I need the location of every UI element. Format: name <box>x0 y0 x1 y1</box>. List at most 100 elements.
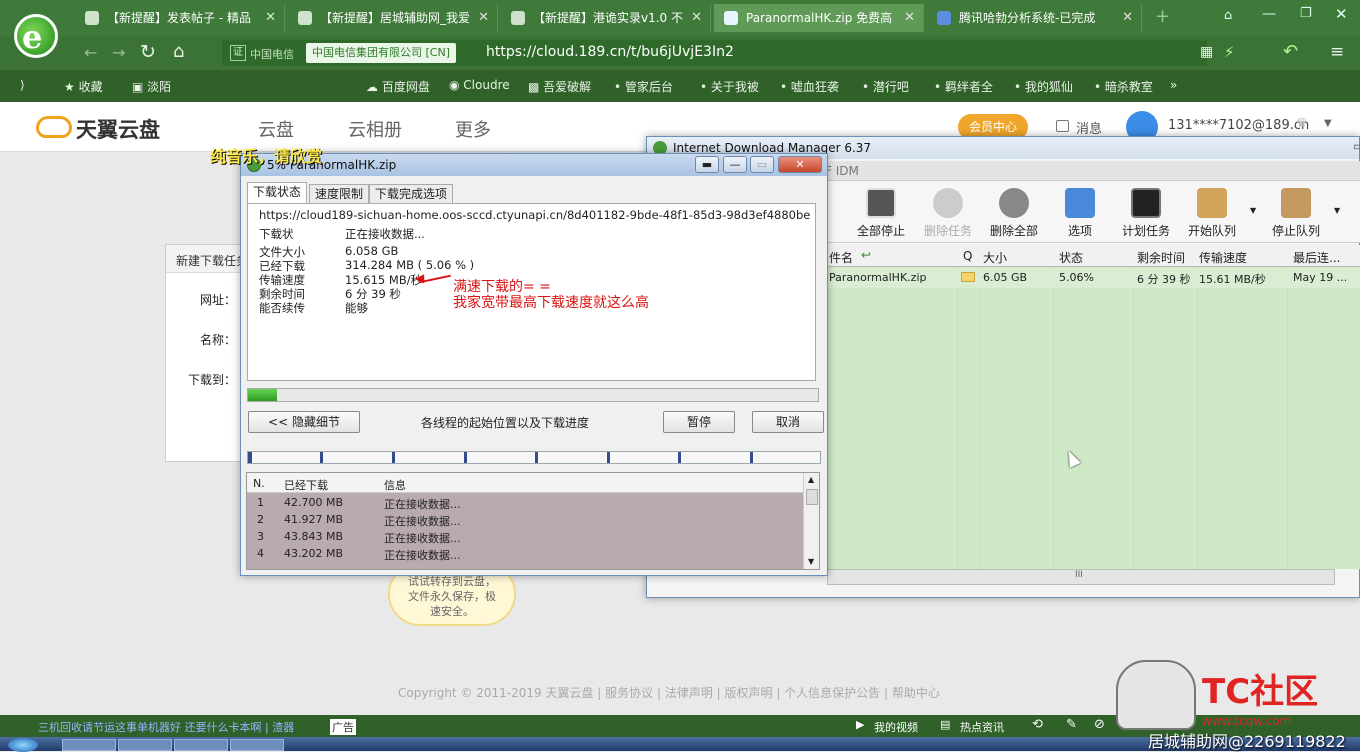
bookmark-baidu[interactable]: ☁ 百度网盘 <box>366 78 430 95</box>
scroll-down-icon[interactable]: ▼ <box>808 557 814 566</box>
close-window-icon[interactable]: ✕ <box>1335 5 1348 23</box>
options-button[interactable]: 选项 <box>1050 188 1110 239</box>
bookmark-11[interactable]: • 我的狐仙 <box>1014 78 1073 95</box>
pause-button[interactable]: 暂停 <box>663 411 735 433</box>
taskbar-app-icon[interactable] <box>230 739 284 751</box>
connection-row[interactable]: 1 42.700 MB 正在接收数据... <box>248 496 802 513</box>
scroll-thumb[interactable] <box>806 489 818 505</box>
scroll-up-icon[interactable]: ▲ <box>808 475 814 484</box>
stop-queue-dropdown-icon[interactable]: ▼ <box>1334 206 1340 215</box>
sidebar-toggle-icon[interactable]: ⟩ <box>20 78 25 92</box>
conn-downloaded: 42.700 MB <box>284 496 344 509</box>
tool-label: 删除全部 <box>989 224 1038 238</box>
video-icon[interactable]: ▶ <box>856 718 864 731</box>
tab-4-active[interactable]: ParanormalHK.zip 免费高 ✕ <box>714 4 924 32</box>
mute-icon[interactable]: ✎ <box>1066 717 1077 732</box>
stop-all-button[interactable]: 全部停止 <box>851 188 911 239</box>
taskbar-app-icon[interactable] <box>62 739 116 751</box>
my-videos-link[interactable]: 我的视频 <box>874 719 918 735</box>
close-tab-icon[interactable]: ✕ <box>478 4 489 32</box>
bookmark-admin[interactable]: • 管家后台 <box>614 78 673 95</box>
nav-more[interactable]: 更多 <box>455 116 491 142</box>
scheduler-button[interactable]: 计划任务 <box>1116 188 1176 239</box>
restore-window-icon[interactable]: ❐ <box>1300 6 1312 21</box>
menu-icon[interactable]: ≡ <box>1330 42 1344 62</box>
back-icon[interactable]: ← <box>84 43 97 62</box>
maximize-button[interactable]: ▭ <box>750 156 774 173</box>
col-speed[interactable]: 传输速度 <box>1199 249 1247 266</box>
apps-icon[interactable]: ▦ <box>1200 44 1213 60</box>
tab-3[interactable]: 【新提醒】港诡实录v1.0 不 ✕ <box>501 4 711 32</box>
cert-owner-badge[interactable]: 中国电信集团有限公司 [CN] <box>306 43 456 63</box>
delete-all-button[interactable]: 删除全部 <box>984 188 1044 239</box>
status-news-ticker[interactable]: 三机回收请节运这事单机器好 还要什么卡本啊 | 渣器 <box>38 719 328 735</box>
tab-download-status[interactable]: 下载状态 <box>247 182 308 204</box>
nav-cloud[interactable]: 云盘 <box>258 116 294 142</box>
bookmark-7[interactable]: • 关于我被 <box>700 78 759 95</box>
delete-task-button[interactable]: 删除任务 <box>918 188 978 239</box>
new-tab-icon[interactable]: + <box>1155 6 1170 27</box>
minimize-button[interactable]: — <box>723 156 747 173</box>
close-tab-icon[interactable]: ✕ <box>691 4 702 32</box>
menu-idm[interactable]: F IDM <box>825 164 859 178</box>
start-queue-dropdown-icon[interactable]: ▼ <box>1250 206 1256 215</box>
undo-icon[interactable]: ↶ <box>1283 41 1298 62</box>
hot-news-link[interactable]: 热点资讯 <box>960 719 1004 735</box>
close-tab-icon[interactable]: ✕ <box>904 4 915 32</box>
taskbar-app-icon[interactable] <box>118 739 172 751</box>
col-filename[interactable]: 件名 <box>829 249 853 266</box>
site-logo[interactable]: 天翼云盘 <box>76 114 160 144</box>
home-icon[interactable]: ⌂ <box>173 41 184 62</box>
cancel-button[interactable]: 取消 <box>752 411 824 433</box>
start-queue-button[interactable]: 开始队列 <box>1182 188 1242 239</box>
hide-details-button[interactable]: << 隐藏细节 <box>248 411 360 433</box>
close-button[interactable]: ✕ <box>778 156 822 173</box>
tab-speed-limit[interactable]: 速度限制 <box>309 184 370 204</box>
message-icon[interactable] <box>1056 120 1069 132</box>
col-remaining[interactable]: 剩余时间 <box>1137 249 1185 266</box>
col-size[interactable]: 大小 <box>983 249 1007 266</box>
messages-link[interactable]: 消息 <box>1076 118 1102 137</box>
close-tab-icon[interactable]: ✕ <box>1122 4 1133 32</box>
zoom-icon[interactable]: ⊘ <box>1094 717 1105 732</box>
connection-row[interactable]: 4 43.202 MB 正在接收数据... <box>248 547 802 564</box>
history-icon[interactable]: ⟲ <box>1032 717 1043 732</box>
url-text[interactable]: https://cloud.189.cn/t/bu6jUvjE3In2 <box>486 44 734 60</box>
tab-complete-options[interactable]: 下载完成选项 <box>369 184 454 204</box>
chevron-down-icon[interactable]: ▼ <box>1324 118 1332 129</box>
nav-album[interactable]: 云相册 <box>348 116 402 142</box>
bookmark-favorites[interactable]: ★ 收藏 <box>64 78 103 95</box>
tray-button[interactable]: ▬ <box>695 156 719 173</box>
connection-row[interactable]: 2 41.927 MB 正在接收数据... <box>248 513 802 530</box>
shirt-icon[interactable]: ⌂ <box>1224 8 1232 23</box>
close-tab-icon[interactable]: ✕ <box>265 4 276 32</box>
taskbar-app-icon[interactable] <box>174 739 228 751</box>
lightning-icon[interactable]: ⚡ <box>1224 43 1235 61</box>
tab-1[interactable]: 【新提醒】发表帖子 - 精品 ✕ <box>75 4 285 32</box>
restore-icon[interactable] <box>1355 141 1360 153</box>
bookmarks-more[interactable]: » <box>1170 78 1177 92</box>
connections-scrollbar[interactable]: ▲ ▼ <box>803 473 819 569</box>
account-name[interactable]: 131****7102@189.cn <box>1168 118 1309 133</box>
bookmark-9[interactable]: • 潜行吧 <box>862 78 909 95</box>
bookmark-danmo[interactable]: ▣ 淡陌 <box>132 78 171 95</box>
start-button-icon[interactable] <box>8 738 38 752</box>
bookmark-52pojie[interactable]: ▩ 吾爱破解 <box>528 78 591 95</box>
bookmark-12[interactable]: • 暗杀教室 <box>1094 78 1153 95</box>
news-icon[interactable]: ▤ <box>940 718 950 731</box>
bookmark-cloudre[interactable]: ◉ Cloudre <box>449 78 510 92</box>
forward-icon[interactable]: → <box>112 43 125 62</box>
bookmark-8[interactable]: • 嘘血狂袭 <box>780 78 839 95</box>
col-queue[interactable]: Q <box>963 249 972 263</box>
minimize-window-icon[interactable]: — <box>1262 6 1276 22</box>
bookmark-10[interactable]: • 羁绊者全 <box>934 78 993 95</box>
connection-row[interactable]: 3 43.843 MB 正在接收数据... <box>248 530 802 547</box>
tab-2[interactable]: 【新提醒】居城辅助网_我爱 ✕ <box>288 4 498 32</box>
stop-queue-button[interactable]: 停止队列 <box>1266 188 1326 239</box>
col-status[interactable]: 状态 <box>1059 249 1083 266</box>
cert-badge[interactable]: 证 <box>230 45 246 61</box>
download-row[interactable]: ParanormalHK.zip 6.05 GB 5.06% 6 分 39 秒 … <box>827 268 1360 288</box>
col-last-try[interactable]: 最后连... <box>1293 249 1340 266</box>
refresh-icon[interactable]: ↻ <box>140 41 156 63</box>
tab-5[interactable]: 腾讯哈勃分析系统-已完成 ✕ <box>927 4 1142 32</box>
